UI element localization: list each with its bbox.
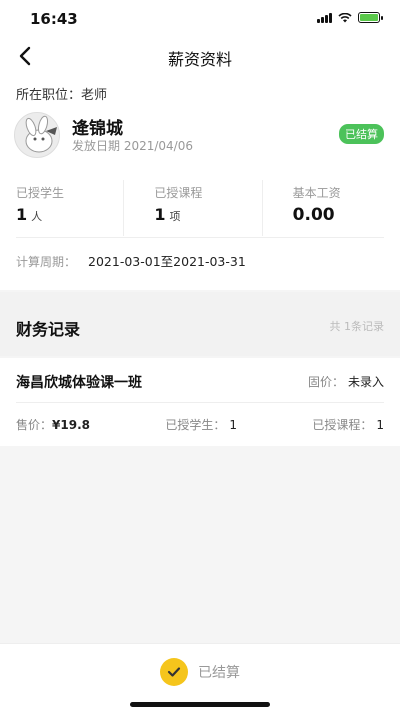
record-students-value: 1 xyxy=(229,418,237,432)
record-courses: 已授课程： 1 xyxy=(312,416,384,433)
stat-students-unit: 人 xyxy=(31,210,43,223)
nav-bar: 薪资资料 xyxy=(0,36,400,76)
stats-row: 已授学生 1人 已授课程 1项 基本工资 0.00 xyxy=(0,180,400,236)
position-line: 所在职位：老师 xyxy=(16,84,107,103)
record-students-label: 已授学生： xyxy=(165,418,226,432)
bottom-bar: 已结算 xyxy=(0,643,400,711)
stat-courses-label: 已授课程 xyxy=(154,186,203,200)
issue-date: 发放日期 2021/04/06 xyxy=(72,139,193,153)
divider xyxy=(16,237,384,238)
divider xyxy=(16,402,384,403)
record-price: 售价：¥19.8 xyxy=(16,416,90,433)
finance-record-count: 共 1条记录 xyxy=(329,320,385,333)
record-price-value: ¥19.8 xyxy=(52,418,90,432)
stat-courses-value-line: 1项 xyxy=(154,205,261,224)
salary-summary-card: 所在职位：老师 逄锦城 发放日期 2021/04/06 已结算 已授学生 1人 … xyxy=(0,76,400,290)
record-courses-label: 已授课程： xyxy=(312,418,373,432)
record-details: 售价：¥19.8 已授学生： 1 已授课程： 1 xyxy=(16,416,384,433)
check-icon xyxy=(167,667,181,677)
home-indicator xyxy=(130,702,270,707)
record-fixed-value: 未录入 xyxy=(347,375,384,389)
record-courses-value: 1 xyxy=(376,418,384,432)
calculation-period: 计算周期： 2021-03-01至2021-03-31 xyxy=(16,251,246,270)
period-value: 2021-03-01至2021-03-31 xyxy=(88,254,246,269)
stat-base-salary-label: 基本工资 xyxy=(292,186,341,200)
stat-courses: 已授课程 1项 xyxy=(123,180,261,236)
check-circle-icon xyxy=(160,658,188,686)
record-fixed-label: 固价： xyxy=(307,375,344,389)
system-icons xyxy=(317,12,383,23)
settled-status-text: 已结算 xyxy=(198,665,240,681)
record-price-label: 售价： xyxy=(16,418,53,432)
stat-students-value-line: 1人 xyxy=(16,205,123,224)
stat-students-value: 1 xyxy=(16,205,28,224)
record-students: 已授学生： 1 xyxy=(165,416,237,433)
record-fixed-price: 固价： 未录入 xyxy=(308,373,384,390)
avatar xyxy=(14,112,60,158)
finance-section-header: 财务记录 共 1条记录 xyxy=(0,292,400,356)
position-value: 老师 xyxy=(81,88,108,103)
cellular-signal-icon xyxy=(317,12,332,23)
stat-courses-unit: 项 xyxy=(169,210,181,223)
wifi-icon xyxy=(338,12,352,22)
period-label: 计算周期： xyxy=(16,255,77,269)
finance-record[interactable]: 海昌欣城体验课一班 固价： 未录入 售价：¥19.8 已授学生： 1 已授课程： 1 xyxy=(0,358,400,446)
settled-status-button[interactable]: 已结算 xyxy=(0,658,400,686)
stat-students: 已授学生 1人 xyxy=(0,180,123,236)
settled-badge: 已结算 xyxy=(339,124,384,144)
stat-base-salary: 基本工资 0.00 xyxy=(261,180,400,236)
finance-title: 财务记录 xyxy=(16,320,81,339)
record-course-name: 海昌欣城体验课一班 xyxy=(16,375,142,391)
page-title: 薪资资料 xyxy=(167,50,232,69)
position-label: 所在职位： xyxy=(16,88,82,103)
teacher-name: 逄锦城 xyxy=(72,119,123,139)
status-bar: 16:43 xyxy=(0,0,400,36)
stat-students-label: 已授学生 xyxy=(16,186,65,200)
avatar-illustration xyxy=(15,113,59,157)
stat-courses-value: 1 xyxy=(154,205,166,224)
status-time: 16:43 xyxy=(30,10,78,28)
battery-icon xyxy=(358,12,383,23)
stat-base-salary-value: 0.00 xyxy=(292,205,335,225)
